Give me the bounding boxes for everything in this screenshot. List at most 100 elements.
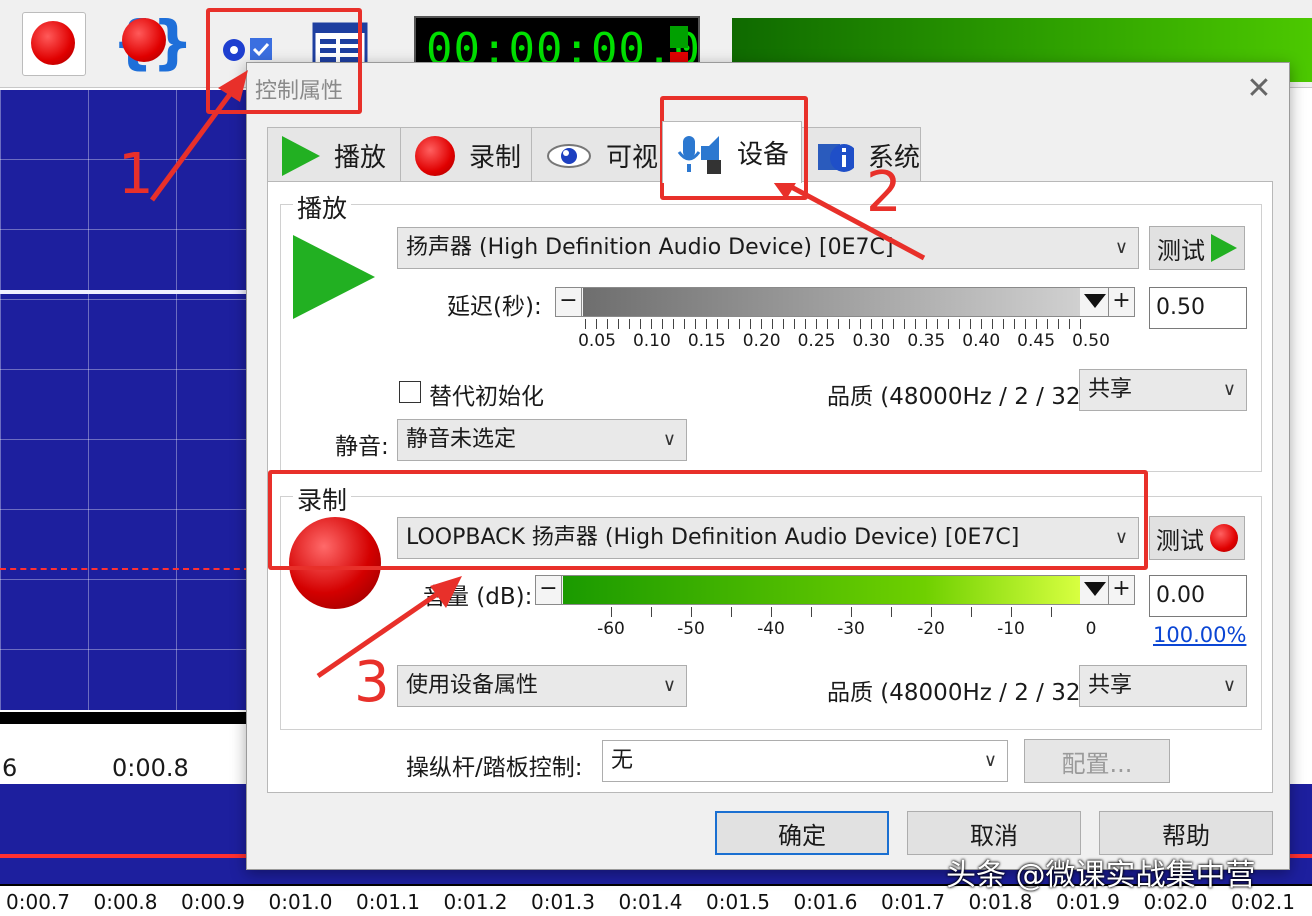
dialog-title: 控制属性 <box>255 79 344 104</box>
latency-label: 延迟(秒): <box>447 294 542 320</box>
ruler-label: 0:01.7 <box>881 890 945 914</box>
ruler-label: 0:01.0 <box>268 890 333 914</box>
device-microphone-speaker-icon <box>677 135 721 174</box>
close-icon[interactable]: ✕ <box>1239 69 1279 109</box>
volume-slider[interactable]: − + <box>535 575 1135 605</box>
watermark: 头条 @微课实战集中营 <box>946 858 1256 893</box>
volume-slider-thumb[interactable] <box>1084 582 1106 596</box>
chevron-down-icon: ∨ <box>662 429 676 450</box>
tick-label: -60 <box>597 619 625 639</box>
device-properties-select[interactable]: 使用设备属性 ∨ <box>397 665 687 707</box>
tick-label: -20 <box>917 619 945 639</box>
chevron-down-icon: ∨ <box>1222 379 1236 400</box>
playback-group-title: 播放 <box>293 189 352 225</box>
ruler-label: 0:00.8 <box>93 890 158 914</box>
ruler-label: 0:01.3 <box>531 890 595 914</box>
eye-icon <box>547 143 591 168</box>
volume-percent-link[interactable]: 100.00% <box>1153 623 1246 647</box>
playback-group: 播放 扬声器 (High Definition Audio Device) [0… <box>280 189 1262 472</box>
tab-system[interactable]: 系统 <box>801 127 921 183</box>
latency-input[interactable]: 0.50 <box>1149 287 1247 329</box>
ruler-label: 0:01.5 <box>706 890 770 914</box>
cancel-button[interactable]: 取消 <box>907 811 1081 855</box>
waveform-center-line <box>0 568 250 570</box>
volume-input[interactable]: 0.00 <box>1149 575 1247 617</box>
tick-label: 0.30 <box>852 331 891 351</box>
record-file-button[interactable] <box>22 12 86 76</box>
time-ruler: 6 0:00.8 <box>0 712 250 782</box>
latency-slider-thumb[interactable] <box>1084 294 1106 308</box>
record-icon <box>1210 524 1238 552</box>
chevron-down-icon: ∨ <box>1114 527 1128 548</box>
tab-device[interactable]: 设备 <box>662 121 802 183</box>
mute-select[interactable]: 静音未选定 ∨ <box>397 419 687 461</box>
volume-ticks <box>611 607 1091 617</box>
playback-test-button[interactable]: 测试 <box>1149 226 1245 270</box>
tab-visual[interactable]: 可视 <box>531 127 663 183</box>
recording-quality-select[interactable]: 共享 ∨ <box>1079 665 1247 707</box>
waveform-line <box>0 290 250 294</box>
recording-group: 录制 LOOPBACK 扬声器 (High Definition Audio D… <box>280 481 1262 730</box>
joystick-select[interactable]: 无 ∨ <box>602 740 1008 782</box>
joystick-label: 操纵杆/踏板控制: <box>406 755 583 781</box>
tick-label: -40 <box>757 619 785 639</box>
alt-init-label: 替代初始化 <box>429 384 544 410</box>
device-tab-panel: 播放 扬声器 (High Definition Audio Device) [0… <box>267 181 1273 793</box>
playback-quality-select[interactable]: 共享 ∨ <box>1079 369 1247 411</box>
ruler-label: 0:01.1 <box>356 890 420 914</box>
ruler-label: 6 <box>2 754 18 782</box>
tick-label: 0.10 <box>632 331 671 351</box>
tick-label: -10 <box>997 619 1025 639</box>
volume-increase-button[interactable]: + <box>1108 576 1134 604</box>
brace-right-icon: } <box>152 8 194 76</box>
help-button[interactable]: 帮助 <box>1099 811 1273 855</box>
chevron-down-icon: ∨ <box>983 750 997 771</box>
volume-slider-track <box>563 576 1080 604</box>
playback-device-select[interactable]: 扬声器 (High Definition Audio Device) [0E7C… <box>397 227 1139 269</box>
tick-label: 0.45 <box>1017 331 1056 351</box>
volume-decrease-button[interactable]: − <box>536 576 562 604</box>
chevron-down-icon: ∨ <box>662 675 676 696</box>
mute-label: 静音: <box>335 434 389 460</box>
joystick-config-button[interactable]: 配置... <box>1024 739 1170 783</box>
record-icon <box>415 135 455 176</box>
tick-label: 0.20 <box>742 331 781 351</box>
tick-label: 0.05 <box>578 331 616 351</box>
tick-label: -30 <box>837 619 865 639</box>
ruler-label: 0:01.2 <box>443 890 508 914</box>
latency-increase-button[interactable]: + <box>1108 288 1134 316</box>
chevron-down-icon: ∨ <box>1222 675 1236 696</box>
recording-device-select[interactable]: LOOPBACK 扬声器 (High Definition Audio Devi… <box>397 517 1139 559</box>
system-info-icon <box>818 143 854 172</box>
latency-decrease-button[interactable]: − <box>556 288 582 316</box>
volume-label: 音量 (dB): <box>423 584 533 610</box>
tick-label: 0.50 <box>1072 331 1110 351</box>
tab-record[interactable]: 录制 <box>400 127 532 183</box>
ruler-label: 0:00.9 <box>181 890 245 914</box>
control-properties-dialog: 控制属性 ✕ 播放 录制 可视 设备 系统 播放 扬声器 (High Defin… <box>246 62 1290 870</box>
ruler-label: 0:00.8 <box>112 754 189 782</box>
recording-group-title: 录制 <box>293 481 352 517</box>
recording-large-icon <box>289 517 381 609</box>
alt-init-checkbox[interactable] <box>399 381 421 403</box>
tick-label: -50 <box>677 619 705 639</box>
latency-slider[interactable]: − + <box>555 287 1135 317</box>
chevron-down-icon: ∨ <box>1114 237 1128 258</box>
recording-quality-label: 品质 (48000Hz / 2 / 32): <box>827 680 1098 706</box>
ok-button[interactable]: 确定 <box>715 811 889 855</box>
recording-test-button[interactable]: 测试 <box>1149 516 1245 560</box>
playback-large-icon <box>293 235 375 319</box>
ruler-label: 0:01.6 <box>793 890 858 914</box>
play-icon <box>1211 234 1237 262</box>
tick-label: 0.40 <box>962 331 1001 351</box>
latency-ticks <box>585 319 1091 329</box>
record-braced-button[interactable]: { } <box>112 12 193 76</box>
ruler-label: 0:00.7 <box>6 890 70 914</box>
tab-playback[interactable]: 播放 <box>267 127 401 183</box>
tick-label: 0.25 <box>797 331 836 351</box>
meter-indicator-green <box>670 26 688 48</box>
ruler-label: 0:01.4 <box>618 890 683 914</box>
waveform-view[interactable] <box>0 90 250 710</box>
tick-label: 0.35 <box>907 331 946 351</box>
tick-label: 0 <box>1085 619 1097 639</box>
